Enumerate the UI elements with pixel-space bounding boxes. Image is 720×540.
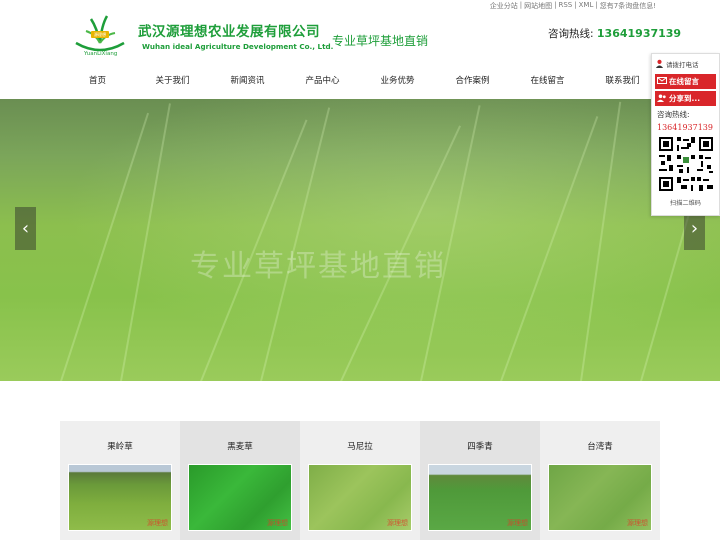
top-link-sitemap[interactable]: 网站地图 xyxy=(524,1,552,11)
product-image[interactable]: 源理想 xyxy=(548,464,652,531)
product-card[interactable]: 黑麦草 源理想 xyxy=(180,421,300,540)
hotline-label: 咨询热线: xyxy=(548,28,594,40)
separator: | xyxy=(595,1,598,9)
nav-message[interactable]: 在线留言 xyxy=(510,72,585,90)
product-watermark: 源理想 xyxy=(627,519,648,527)
share-label: 分享到... xyxy=(669,94,701,103)
users-icon xyxy=(655,94,669,104)
top-link-inquiries[interactable]: 您有7条询盘信息! xyxy=(600,1,656,11)
logo-badge: 源理想 xyxy=(94,32,106,37)
top-links: 企业分站 | 网站地图 | RSS | XML | 您有7条询盘信息! xyxy=(490,1,656,11)
header-hotline: 咨询热线: 13641937139 xyxy=(548,26,681,41)
top-link-rss[interactable]: RSS xyxy=(559,1,573,11)
header-slogan: 专业草坪基地直销 xyxy=(332,34,429,48)
product-image[interactable]: 源理想 xyxy=(68,464,172,531)
product-name: 四季青 xyxy=(467,442,493,452)
product-strip: 果岭草 源理想 黑麦草 源理想 马尼拉 源理想 四季青 源理想 台湾青 源理想 xyxy=(60,421,660,540)
company-logo[interactable]: 源理想 YuanLiXiang xyxy=(71,13,129,59)
product-image[interactable]: 源理想 xyxy=(188,464,292,531)
nav-cases[interactable]: 合作案例 xyxy=(435,72,510,90)
product-watermark: 源理想 xyxy=(267,519,288,527)
banner-prev-button[interactable]: ‹ xyxy=(15,207,36,250)
main-nav: 首页 关于我们 新闻资讯 产品中心 业务优势 合作案例 在线留言 联系我们 xyxy=(60,72,660,90)
call-prompt: 请拨打电话 xyxy=(652,56,719,72)
nav-contact[interactable]: 联系我们 xyxy=(585,72,660,90)
nav-about[interactable]: 关于我们 xyxy=(135,72,210,90)
separator: | xyxy=(554,1,557,9)
qr-code-icon[interactable] xyxy=(656,135,715,193)
product-card[interactable]: 四季青 源理想 xyxy=(420,421,540,540)
product-watermark: 源理想 xyxy=(387,519,408,527)
nav-home[interactable]: 首页 xyxy=(60,72,135,90)
chevron-right-icon: › xyxy=(690,218,699,239)
company-name-en: Wuhan ideal Agriculture Development Co.,… xyxy=(142,42,334,51)
product-name: 果岭草 xyxy=(107,442,133,452)
product-card[interactable]: 果岭草 源理想 xyxy=(60,421,180,540)
top-link-xml[interactable]: XML xyxy=(579,1,594,11)
company-name-cn: 武汉源理想农业发展有限公司 xyxy=(138,24,320,40)
page: 企业分站 | 网站地图 | RSS | XML | 您有7条询盘信息! 源理想 … xyxy=(0,0,720,540)
call-prompt-label: 请拨打电话 xyxy=(666,61,699,69)
product-image[interactable]: 源理想 xyxy=(428,464,532,531)
consult-phone: 13641937139 xyxy=(657,123,713,132)
share-button[interactable]: 分享到... xyxy=(655,91,716,106)
product-name: 台湾青 xyxy=(587,442,613,452)
separator: | xyxy=(574,1,577,9)
chevron-left-icon: ‹ xyxy=(21,218,30,239)
hero-banner: 专业草坪基地直销 xyxy=(0,99,720,381)
consult-label: 咨询热线: xyxy=(657,110,690,119)
product-image[interactable]: 源理想 xyxy=(308,464,412,531)
nav-news[interactable]: 新闻资讯 xyxy=(210,72,285,90)
hotline-number: 13641937139 xyxy=(596,27,682,40)
top-link-substations[interactable]: 企业分站 xyxy=(490,1,518,11)
person-icon xyxy=(652,59,666,70)
nav-products[interactable]: 产品中心 xyxy=(285,72,360,90)
scan-qr-label: 扫描二维码 xyxy=(670,200,701,207)
product-card[interactable]: 马尼拉 源理想 xyxy=(300,421,420,540)
product-card[interactable]: 台湾青 源理想 xyxy=(540,421,660,540)
envelope-icon xyxy=(655,77,669,86)
banner-caption: 专业草坪基地直销 xyxy=(190,249,446,284)
nav-advantages[interactable]: 业务优势 xyxy=(360,72,435,90)
product-watermark: 源理想 xyxy=(507,519,528,527)
product-name: 马尼拉 xyxy=(347,442,373,452)
product-name: 黑麦草 xyxy=(227,442,253,452)
product-watermark: 源理想 xyxy=(147,519,168,527)
logo-text: YuanLiXiang xyxy=(84,51,118,57)
floating-contact-panel: 请拨打电话 在线留言 分享到... 咨询热线: 13641937139 扫描二维… xyxy=(651,53,720,216)
separator: | xyxy=(519,1,523,9)
online-message-label: 在线留言 xyxy=(669,77,699,86)
online-message-button[interactable]: 在线留言 xyxy=(655,74,716,89)
